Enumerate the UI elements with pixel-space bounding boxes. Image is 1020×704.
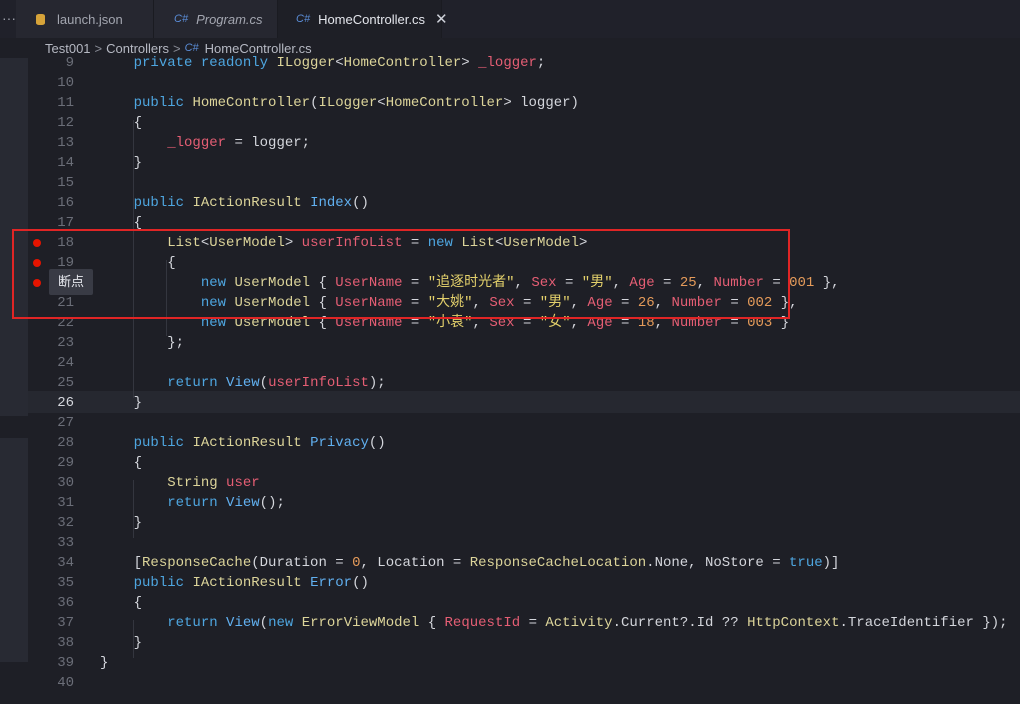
code-line[interactable]: 27	[0, 413, 1020, 433]
code-line[interactable]: 29 {	[0, 453, 1020, 473]
line-number[interactable]: 26	[28, 393, 74, 413]
code-text[interactable]: public HomeController(ILogger<HomeContro…	[100, 93, 579, 113]
csharp-icon: C#	[296, 13, 311, 25]
code-text[interactable]: {	[100, 593, 142, 613]
line-number[interactable]: 24	[28, 353, 74, 373]
line-number[interactable]: 25	[28, 373, 74, 393]
code-line[interactable]: 26 }	[0, 393, 1020, 413]
code-line[interactable]: 33	[0, 533, 1020, 553]
tab-program-cs[interactable]: C# Program.cs	[154, 0, 278, 38]
tab-homecontroller-cs[interactable]: C# HomeController.cs ✕	[278, 0, 448, 38]
code-text[interactable]: public IActionResult Privacy()	[100, 433, 386, 453]
code-line[interactable]: 9 private readonly ILogger<HomeControlle…	[0, 53, 1020, 73]
line-number[interactable]: 28	[28, 433, 74, 453]
code-line[interactable]: 40	[0, 673, 1020, 693]
code-line[interactable]: 35 public IActionResult Error()	[0, 573, 1020, 593]
line-number[interactable]: 38	[28, 633, 74, 653]
code-text[interactable]: [ResponseCache(Duration = 0, Location = …	[100, 553, 840, 573]
line-number[interactable]: 36	[28, 593, 74, 613]
code-line[interactable]: 11 public HomeController(ILogger<HomeCon…	[0, 93, 1020, 113]
tab-label: HomeController.cs	[318, 11, 425, 27]
code-line[interactable]: 36 {	[0, 593, 1020, 613]
code-line[interactable]: 38 }	[0, 633, 1020, 653]
code-line[interactable]: 34 [ResponseCache(Duration = 0, Location…	[0, 553, 1020, 573]
line-number[interactable]: 27	[28, 413, 74, 433]
code-line[interactable]: 24	[0, 353, 1020, 373]
code-line[interactable]: 31 return View();	[0, 493, 1020, 513]
code-text[interactable]: }	[100, 513, 142, 533]
line-number[interactable]: 32	[28, 513, 74, 533]
code-line[interactable]: 16 public IActionResult Index()	[0, 193, 1020, 213]
code-line[interactable]: 15	[0, 173, 1020, 193]
editor-tab-bar: ··· launch.json C# Program.cs C# HomeCon…	[0, 0, 1020, 38]
breakpoint-tooltip: 断点	[49, 269, 93, 295]
code-text[interactable]: }	[100, 653, 108, 673]
tab-label: launch.json	[57, 11, 123, 27]
code-line[interactable]: 30 String user	[0, 473, 1020, 493]
code-text[interactable]: private readonly ILogger<HomeController>…	[100, 53, 546, 73]
code-line[interactable]: 25 return View(userInfoList);	[0, 373, 1020, 393]
line-number[interactable]: 15	[28, 173, 74, 193]
line-number[interactable]: 16	[28, 193, 74, 213]
line-number[interactable]: 11	[28, 93, 74, 113]
code-text[interactable]: _logger = logger;	[100, 133, 310, 153]
code-line[interactable]: 28 public IActionResult Privacy()	[0, 433, 1020, 453]
line-number[interactable]: 34	[28, 553, 74, 573]
code-text[interactable]: return View(new ErrorViewModel { Request…	[100, 613, 1007, 633]
code-text[interactable]: public IActionResult Error()	[100, 573, 369, 593]
code-text[interactable]: }	[100, 393, 142, 413]
line-number[interactable]: 13	[28, 133, 74, 153]
line-number[interactable]: 12	[28, 113, 74, 133]
code-editor[interactable]: 9 private readonly ILogger<HomeControlle…	[0, 55, 1020, 704]
code-text[interactable]: return View();	[100, 493, 285, 513]
line-number[interactable]: 29	[28, 453, 74, 473]
code-line[interactable]: 10	[0, 73, 1020, 93]
code-line[interactable]: 37 return View(new ErrorViewModel { Requ…	[0, 613, 1020, 633]
code-text[interactable]: {	[100, 453, 142, 473]
code-line[interactable]: 14 }	[0, 153, 1020, 173]
code-text[interactable]: return View(userInfoList);	[100, 373, 385, 393]
line-number[interactable]: 37	[28, 613, 74, 633]
line-number[interactable]: 33	[28, 533, 74, 553]
code-line[interactable]: 23 };	[0, 333, 1020, 353]
line-number[interactable]: 14	[28, 153, 74, 173]
tab-label: Program.cs	[196, 11, 263, 27]
annotation-highlight-box	[12, 229, 790, 319]
code-text[interactable]: {	[100, 113, 142, 133]
line-number[interactable]: 30	[28, 473, 74, 493]
line-number[interactable]: 9	[28, 53, 74, 73]
code-text[interactable]: }	[100, 633, 142, 653]
code-line[interactable]: 13 _logger = logger;	[0, 133, 1020, 153]
line-number[interactable]: 31	[28, 493, 74, 513]
tab-overflow-icon[interactable]: ···	[0, 0, 16, 38]
line-number[interactable]: 39	[28, 653, 74, 673]
code-line[interactable]: 32 }	[0, 513, 1020, 533]
csharp-icon: C#	[174, 13, 189, 25]
close-icon[interactable]: ✕	[435, 10, 448, 28]
line-number[interactable]: 23	[28, 333, 74, 353]
code-text[interactable]: }	[100, 153, 142, 173]
code-text[interactable]: };	[100, 333, 184, 353]
line-number[interactable]: 35	[28, 573, 74, 593]
code-line[interactable]: 12 {	[0, 113, 1020, 133]
line-number[interactable]: 40	[28, 673, 74, 693]
line-number[interactable]: 10	[28, 73, 74, 93]
code-text[interactable]: public IActionResult Index()	[100, 193, 369, 213]
code-line[interactable]: 39}	[0, 653, 1020, 673]
tab-launch-json[interactable]: launch.json	[16, 0, 154, 38]
json-settings-icon	[36, 13, 45, 25]
code-text[interactable]: String user	[100, 473, 259, 493]
